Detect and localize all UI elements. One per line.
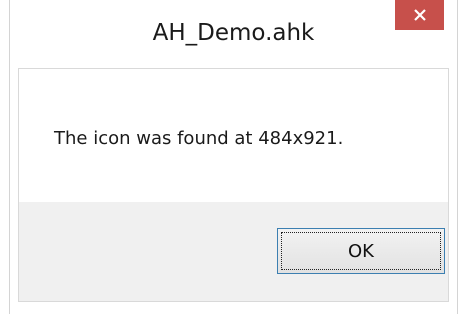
window-title: AH_Demo.ahk <box>152 20 315 46</box>
message-area: The icon was found at 484x921. <box>19 69 448 202</box>
dialog-client-area: The icon was found at 484x921. OK <box>18 68 449 302</box>
ok-button-label: OK <box>348 240 374 262</box>
window-frame: AH_Demo.ahk The icon was found at 484x92… <box>9 0 458 314</box>
ok-button[interactable]: OK <box>277 228 445 274</box>
close-icon <box>413 8 427 22</box>
message-box-window: AH_Demo.ahk The icon was found at 484x92… <box>0 0 466 314</box>
title-bar[interactable]: AH_Demo.ahk <box>10 0 457 68</box>
button-area: OK <box>19 202 448 301</box>
dialog-message: The icon was found at 484x921. <box>54 128 344 149</box>
close-button[interactable] <box>395 0 444 30</box>
